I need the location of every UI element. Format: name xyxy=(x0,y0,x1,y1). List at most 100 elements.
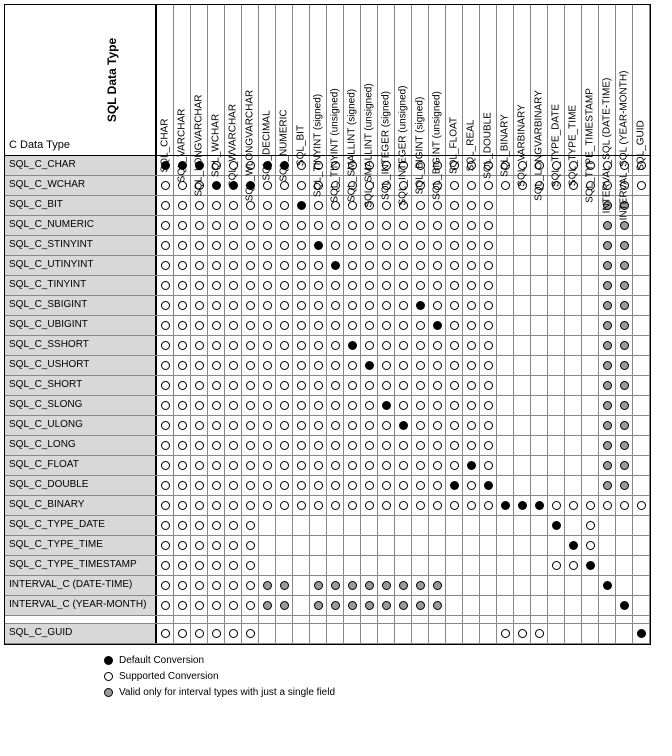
supported-icon xyxy=(195,561,204,570)
cell xyxy=(242,596,259,615)
cell xyxy=(327,496,344,515)
supported-icon xyxy=(297,221,306,230)
supported-icon xyxy=(229,361,238,370)
cell xyxy=(531,256,548,275)
row-header: SQL_C_TYPE_DATE xyxy=(5,516,157,535)
cell xyxy=(310,316,327,335)
cell xyxy=(531,576,548,595)
cell xyxy=(208,256,225,275)
cell xyxy=(378,376,395,395)
cell xyxy=(208,496,225,515)
supported-icon xyxy=(433,421,442,430)
cell xyxy=(412,556,429,575)
cell xyxy=(514,416,531,435)
supported-icon xyxy=(399,241,408,250)
supported-icon xyxy=(178,321,187,330)
cell xyxy=(191,296,208,315)
supported-icon xyxy=(416,341,425,350)
cell xyxy=(174,276,191,295)
supported-icon xyxy=(195,201,204,210)
supported-icon xyxy=(348,221,357,230)
cell xyxy=(412,236,429,255)
cell xyxy=(344,296,361,315)
supported-icon xyxy=(399,381,408,390)
supported-icon xyxy=(416,481,425,490)
cell xyxy=(327,316,344,335)
cell xyxy=(344,624,361,643)
cell xyxy=(531,296,548,315)
cell xyxy=(582,516,599,535)
cell xyxy=(191,196,208,215)
supported-icon xyxy=(280,341,289,350)
supported-icon xyxy=(399,361,408,370)
supported-icon xyxy=(467,421,476,430)
cell xyxy=(531,356,548,375)
cell xyxy=(497,516,514,535)
cell xyxy=(633,236,650,255)
supported-icon xyxy=(433,501,442,510)
cell xyxy=(446,436,463,455)
supported-icon xyxy=(280,361,289,370)
default-icon xyxy=(212,181,221,190)
supported-icon xyxy=(467,301,476,310)
cell xyxy=(208,356,225,375)
interval-icon xyxy=(620,261,629,270)
interval-icon xyxy=(620,301,629,310)
supported-icon xyxy=(450,341,459,350)
cell xyxy=(412,336,429,355)
cell xyxy=(633,356,650,375)
cell xyxy=(174,316,191,335)
cell xyxy=(480,536,497,555)
cell xyxy=(174,576,191,595)
interval-icon xyxy=(348,581,357,590)
cell xyxy=(497,416,514,435)
col-header: SQL_BINARY xyxy=(497,5,514,155)
supported-icon xyxy=(382,281,391,290)
supported-icon xyxy=(484,261,493,270)
supported-icon xyxy=(263,401,272,410)
supported-icon xyxy=(484,201,493,210)
supported-icon xyxy=(416,261,425,270)
cell xyxy=(514,576,531,595)
cell xyxy=(616,496,633,515)
cell xyxy=(242,496,259,515)
default-icon xyxy=(569,541,578,550)
supported-icon xyxy=(212,361,221,370)
supported-icon xyxy=(399,301,408,310)
supported-icon xyxy=(178,561,187,570)
cell xyxy=(327,376,344,395)
col-header: SQL_WVARCHAR xyxy=(225,5,242,155)
cell xyxy=(208,376,225,395)
supported-icon xyxy=(450,421,459,430)
cell xyxy=(242,376,259,395)
cell xyxy=(259,456,276,475)
cell xyxy=(276,196,293,215)
cell xyxy=(276,416,293,435)
cell xyxy=(633,256,650,275)
cell xyxy=(599,236,616,255)
cell xyxy=(395,624,412,643)
supported-icon xyxy=(212,501,221,510)
interval-icon xyxy=(280,581,289,590)
cell xyxy=(276,236,293,255)
cell xyxy=(208,296,225,315)
cell xyxy=(531,216,548,235)
cell xyxy=(225,436,242,455)
supported-icon xyxy=(212,421,221,430)
cell xyxy=(395,536,412,555)
supported-icon xyxy=(382,501,391,510)
cell xyxy=(242,336,259,355)
cell xyxy=(191,456,208,475)
supported-icon xyxy=(297,241,306,250)
cell xyxy=(157,176,174,195)
cell xyxy=(157,496,174,515)
interval-icon xyxy=(603,241,612,250)
cell xyxy=(514,516,531,535)
supported-icon xyxy=(467,501,476,510)
supported-icon xyxy=(280,281,289,290)
supported-icon xyxy=(246,241,255,250)
cell xyxy=(565,256,582,275)
supported-icon xyxy=(195,601,204,610)
supported-icon xyxy=(178,501,187,510)
cell xyxy=(565,476,582,495)
